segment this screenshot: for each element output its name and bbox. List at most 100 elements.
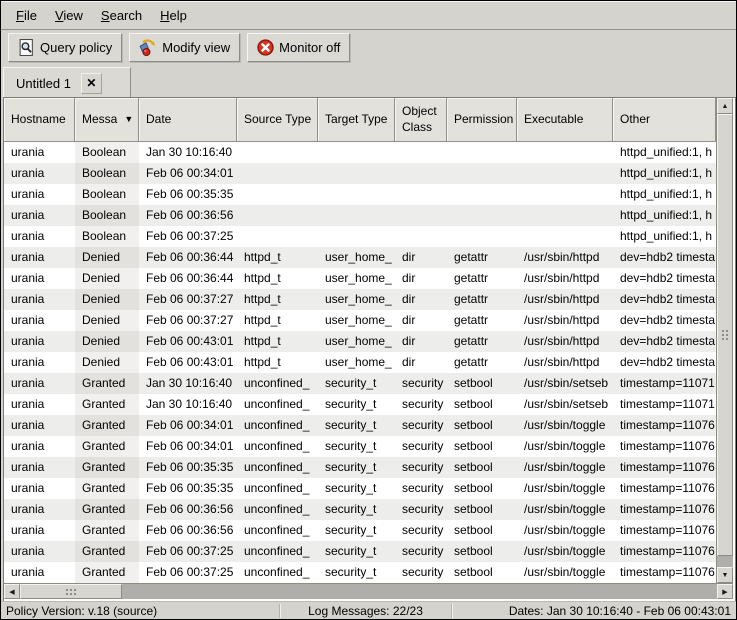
cell-target-type: security_t [318, 562, 395, 583]
table-row[interactable]: urania Boolean Feb 06 00:37:25 httpd_uni… [4, 226, 716, 247]
cell-other: timestamp=11076 [613, 541, 716, 562]
table-row[interactable]: urania Denied Feb 06 00:43:01 httpd_t us… [4, 352, 716, 373]
table-row[interactable]: urania Boolean Jan 30 10:16:40 httpd_uni… [4, 142, 716, 163]
table-row[interactable]: urania Granted Jan 30 10:16:40 unconfine… [4, 394, 716, 415]
scroll-left-button[interactable]: ◀ [4, 584, 20, 599]
column-header-permission[interactable]: Permission [447, 98, 517, 142]
column-header-executable[interactable]: Executable [517, 98, 613, 142]
vertical-scrollbar[interactable]: ▲ ▼ [716, 98, 733, 583]
tab-close-button[interactable]: ✕ [81, 73, 102, 94]
cell-executable: /usr/sbin/toggle [517, 562, 613, 583]
monitor-off-button[interactable]: Monitor off [247, 33, 350, 62]
table-row[interactable]: urania Granted Feb 06 00:34:01 unconfine… [4, 436, 716, 457]
cell-hostname: urania [4, 415, 75, 436]
cell-hostname: urania [4, 541, 75, 562]
column-header-object-class[interactable]: Object Class [395, 98, 447, 142]
table-row[interactable]: urania Denied Feb 06 00:36:44 httpd_t us… [4, 247, 716, 268]
cell-executable [517, 163, 613, 184]
table-row[interactable]: urania Denied Feb 06 00:36:44 httpd_t us… [4, 268, 716, 289]
vertical-scrollbar-thumb[interactable] [717, 114, 733, 556]
horizontal-scrollbar[interactable]: ◀ ▶ [4, 583, 733, 599]
cell-executable: /usr/sbin/httpd [517, 352, 613, 373]
cell-source-type: httpd_t [237, 247, 318, 268]
table-row[interactable]: urania Granted Feb 06 00:36:56 unconfine… [4, 520, 716, 541]
column-header-target-type[interactable]: Target Type [318, 98, 395, 142]
cell-permission: setbool [447, 520, 517, 541]
table-row[interactable]: urania Boolean Feb 06 00:36:56 httpd_uni… [4, 205, 716, 226]
table-row[interactable]: urania Granted Feb 06 00:37:25 unconfine… [4, 541, 716, 562]
cell-permission: setbool [447, 415, 517, 436]
cell-target-type: user_home_ [318, 310, 395, 331]
horizontal-scrollbar-thumb[interactable] [20, 584, 122, 599]
vertical-scrollbar-trough[interactable] [717, 556, 733, 567]
cell-hostname: urania [4, 478, 75, 499]
cell-object-class: security [395, 373, 447, 394]
cell-hostname: urania [4, 142, 75, 163]
menu-search[interactable]: Search [92, 4, 151, 27]
table-row[interactable]: urania Boolean Feb 06 00:34:01 httpd_uni… [4, 163, 716, 184]
cell-date: Feb 06 00:34:01 [139, 163, 237, 184]
column-header-other[interactable]: Other [613, 98, 716, 142]
cell-executable: /usr/sbin/httpd [517, 247, 613, 268]
thumb-grip [66, 589, 68, 591]
cell-date: Feb 06 00:43:01 [139, 352, 237, 373]
scroll-down-button[interactable]: ▼ [717, 567, 733, 583]
table-row[interactable]: urania Boolean Feb 06 00:35:35 httpd_uni… [4, 184, 716, 205]
cell-message: Boolean [75, 226, 139, 247]
table-row[interactable]: urania Granted Feb 06 00:34:01 unconfine… [4, 415, 716, 436]
cell-target-type: user_home_ [318, 352, 395, 373]
menu-help[interactable]: Help [151, 4, 196, 27]
cell-other: httpd_unified:1, h [613, 205, 716, 226]
cell-executable: /usr/sbin/setseb [517, 373, 613, 394]
tab-untitled-1[interactable]: Untitled 1 ✕ [3, 67, 131, 98]
table-row[interactable]: urania Granted Jan 30 10:16:40 unconfine… [4, 373, 716, 394]
arrow-up-icon: ▲ [722, 103, 729, 110]
menu-search-label: earch [110, 8, 143, 23]
table-row[interactable]: urania Granted Feb 06 00:37:25 unconfine… [4, 562, 716, 583]
scroll-up-button[interactable]: ▲ [717, 98, 733, 114]
table-row[interactable]: urania Denied Feb 06 00:37:27 httpd_t us… [4, 289, 716, 310]
cell-object-class [395, 163, 447, 184]
query-policy-button[interactable]: Query policy [8, 33, 122, 62]
column-header-hostname[interactable]: Hostname [4, 98, 75, 142]
menu-view-label: iew [63, 8, 83, 23]
cell-message: Granted [75, 457, 139, 478]
table-row[interactable]: urania Denied Feb 06 00:37:27 httpd_t us… [4, 310, 716, 331]
horizontal-scrollbar-trough[interactable] [122, 584, 717, 599]
column-header-message[interactable]: Messa▼ [75, 98, 139, 142]
menu-view[interactable]: View [46, 4, 92, 27]
cell-permission: setbool [447, 373, 517, 394]
cell-object-class: security [395, 478, 447, 499]
table-row[interactable]: urania Granted Feb 06 00:35:35 unconfine… [4, 478, 716, 499]
cell-object-class: security [395, 562, 447, 583]
cell-permission: setbool [447, 541, 517, 562]
cell-other: timestamp=11076 [613, 415, 716, 436]
modify-view-button[interactable]: Modify view [129, 33, 240, 62]
cell-target-type [318, 184, 395, 205]
table-row[interactable]: urania Granted Feb 06 00:35:35 unconfine… [4, 457, 716, 478]
column-header-source-type[interactable]: Source Type [237, 98, 318, 142]
cell-object-class [395, 226, 447, 247]
cell-object-class [395, 205, 447, 226]
scroll-right-button[interactable]: ▶ [717, 584, 733, 599]
cell-message: Granted [75, 499, 139, 520]
cell-hostname: urania [4, 226, 75, 247]
cell-object-class [395, 184, 447, 205]
cell-permission: getattr [447, 268, 517, 289]
menu-file[interactable]: File [7, 4, 46, 27]
cell-object-class: dir [395, 310, 447, 331]
cell-object-class: security [395, 394, 447, 415]
cell-target-type: security_t [318, 499, 395, 520]
cell-executable: /usr/sbin/httpd [517, 310, 613, 331]
seaudit-window: File View Search Help Query policy [0, 0, 737, 620]
table-row[interactable]: urania Granted Feb 06 00:36:56 unconfine… [4, 499, 716, 520]
cell-executable: /usr/sbin/toggle [517, 541, 613, 562]
cell-other: timestamp=11076 [613, 499, 716, 520]
column-header-date[interactable]: Date [139, 98, 237, 142]
close-icon: ✕ [86, 76, 96, 90]
cell-hostname: urania [4, 247, 75, 268]
cell-source-type: unconfined_ [237, 499, 318, 520]
table-row[interactable]: urania Denied Feb 06 00:43:01 httpd_t us… [4, 331, 716, 352]
policy-version-status: Policy Version: v.18 (source) [1, 604, 279, 618]
cell-executable: /usr/sbin/toggle [517, 478, 613, 499]
